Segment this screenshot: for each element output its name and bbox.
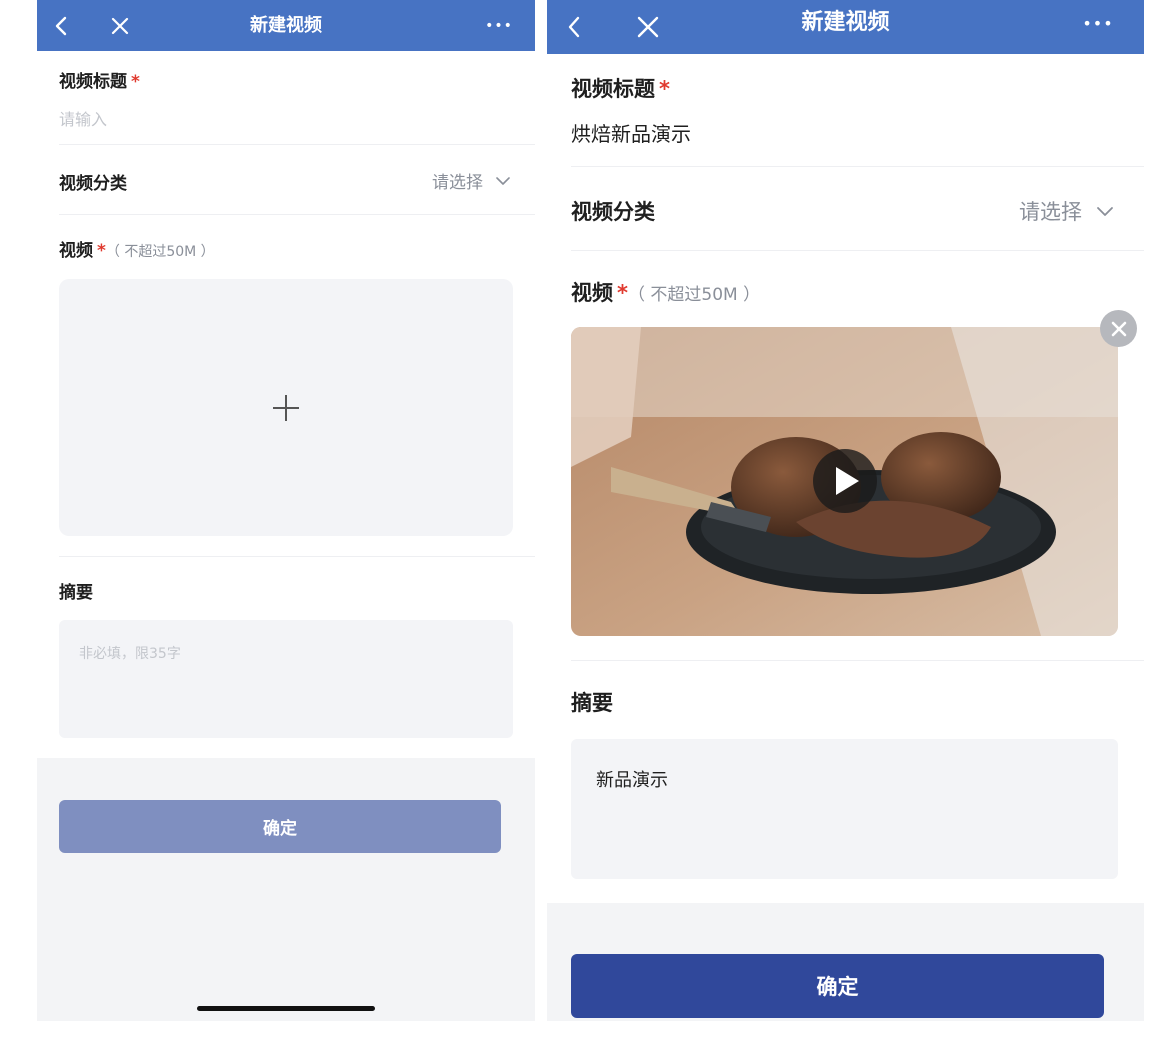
new-video-form-filled: 新建视频 ••• 视频标题 * 烘焙新品演示 视频分类 请选择 视频 *（ 不超过5… <box>547 0 1144 1021</box>
video-size-hint: （ 不超过50M ） <box>627 285 761 305</box>
video-label: 视频 *（ 不超过50M ） <box>59 236 215 261</box>
footer: 确定 <box>37 758 535 1021</box>
video-upload-box[interactable] <box>59 279 513 536</box>
remove-video-button[interactable] <box>1100 310 1137 347</box>
more-icon: ••• <box>485 17 513 34</box>
more-button[interactable]: ••• <box>481 0 517 51</box>
category-select[interactable]: 请选择 <box>1019 196 1114 226</box>
divider <box>59 214 535 215</box>
video-label-text: 视频 <box>571 281 613 305</box>
category-label: 视频分类 <box>571 200 655 224</box>
title-input[interactable]: 请输入 <box>59 106 529 130</box>
summary-value: 新品演示 <box>596 770 668 791</box>
category-select-value: 请选择 <box>1019 200 1082 224</box>
home-indicator <box>197 1006 375 1011</box>
video-size-hint: （ 不超过50M ） <box>105 244 215 260</box>
category-label: 视频分类 <box>59 174 127 194</box>
divider <box>571 660 1144 661</box>
divider <box>59 556 535 557</box>
footer: 确定 <box>547 903 1144 1021</box>
category-select-value: 请选择 <box>432 173 483 193</box>
title-input[interactable]: 烘焙新品演示 <box>571 118 1111 147</box>
video-thumbnail[interactable] <box>571 327 1118 636</box>
summary-label: 摘要 <box>59 583 93 603</box>
video-preview-image <box>571 327 1118 636</box>
divider <box>571 250 1144 251</box>
required-mark: * <box>617 281 628 305</box>
required-mark: * <box>131 72 140 92</box>
video-label: 视频 *（ 不超过50M ） <box>571 277 760 307</box>
title-label-text: 视频标题 <box>571 77 655 101</box>
video-label-text: 视频 <box>59 241 93 261</box>
title-label: 视频标题 * <box>571 73 670 103</box>
chevron-down-icon <box>1097 206 1113 216</box>
chevron-down-icon <box>496 176 510 185</box>
page-title: 新建视频 <box>250 15 322 36</box>
navbar: 新建视频 ••• <box>37 0 535 51</box>
page-title: 新建视频 <box>801 10 890 35</box>
more-button[interactable]: ••• <box>1078 0 1118 46</box>
required-mark: * <box>97 241 106 261</box>
category-select[interactable]: 请选择 <box>432 168 511 193</box>
navbar: 新建视频 ••• <box>547 0 1144 54</box>
more-icon: ••• <box>1082 13 1114 33</box>
confirm-button[interactable]: 确定 <box>571 954 1104 1018</box>
divider <box>59 144 535 145</box>
summary-placeholder: 非必填，限35字 <box>79 646 181 662</box>
confirm-button[interactable]: 确定 <box>59 800 501 853</box>
summary-label: 摘要 <box>571 691 613 715</box>
add-icon <box>273 395 299 421</box>
divider <box>571 166 1144 167</box>
new-video-form-empty: 新建视频 ••• 视频标题 * 请输入 视频分类 请选择 视频 *（ 不超过50M … <box>37 0 535 1021</box>
title-label-text: 视频标题 <box>59 72 127 92</box>
summary-textarea[interactable]: 非必填，限35字 <box>59 620 513 738</box>
close-icon <box>1111 321 1126 336</box>
title-label: 视频标题 * <box>59 67 140 92</box>
summary-textarea[interactable]: 新品演示 <box>571 739 1118 879</box>
required-mark: * <box>659 77 670 101</box>
